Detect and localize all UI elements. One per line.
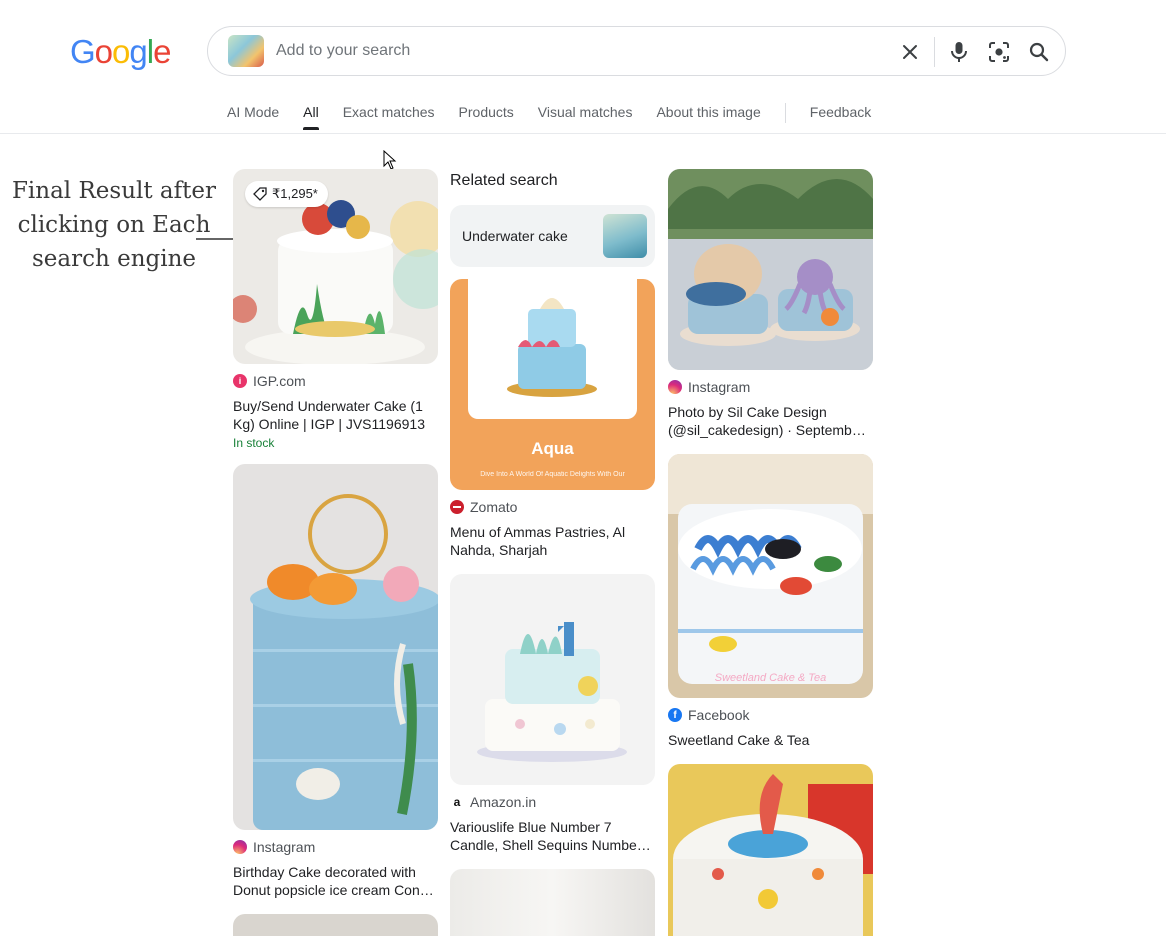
zomato-icon: [450, 500, 464, 514]
related-search-chip[interactable]: Underwater cake: [450, 205, 655, 267]
result-title[interactable]: Birthday Cake decorated with Donut popsi…: [233, 863, 438, 899]
source-name: Instagram: [688, 379, 751, 395]
mouse-cursor-icon: [383, 150, 397, 170]
result-title[interactable]: Sweetland Cake & Tea: [668, 731, 873, 749]
result-title[interactable]: Menu of Ammas Pastries, Al Nahda, Sharja…: [450, 523, 655, 559]
result-card-mermaid[interactable]: [668, 764, 873, 936]
result-card-instagram-sil[interactable]: Instagram Photo by Sil Cake Design (@sil…: [668, 169, 873, 439]
source-name: IGP.com: [253, 373, 306, 389]
lens-icon[interactable]: [987, 40, 1011, 64]
result-title[interactable]: Buy/Send Underwater Cake (1 Kg) Online |…: [233, 397, 438, 433]
google-logo[interactable]: Google: [70, 33, 171, 71]
tab-divider: [784, 103, 786, 123]
search-icon[interactable]: [1027, 40, 1051, 64]
result-title[interactable]: Photo by Sil Cake Design (@sil_cakedesig…: [668, 403, 873, 439]
image-caption: Aqua: [531, 439, 574, 458]
search-divider: [934, 37, 935, 67]
result-card-igp[interactable]: ₹1,295* i IGP.com Buy/Send Underwater Ca…: [233, 169, 438, 450]
tag-icon: [253, 187, 267, 201]
result-card-partial[interactable]: [233, 914, 438, 936]
related-search-thumbnail: [603, 214, 647, 258]
amazon-icon: a: [450, 795, 464, 809]
image-watermark: Sweetland Cake & Tea: [714, 672, 827, 684]
related-search-heading: Related search: [450, 172, 558, 189]
result-card-instagram-birthday[interactable]: Instagram Birthday Cake decorated with D…: [233, 464, 438, 899]
source-name: Instagram: [253, 839, 316, 855]
result-image[interactable]: [450, 869, 655, 936]
tab-about-this-image[interactable]: About this image: [656, 104, 760, 134]
query-image-thumbnail[interactable]: [228, 35, 264, 67]
result-image[interactable]: [450, 574, 655, 785]
tab-exact-matches[interactable]: Exact matches: [343, 104, 435, 134]
result-source[interactable]: i IGP.com: [233, 372, 438, 390]
instagram-icon: [233, 840, 247, 854]
result-card-zomato[interactable]: Aqua Dive Into A World Of Aquatic Deligh…: [450, 279, 655, 559]
instagram-icon: [668, 380, 682, 394]
result-title[interactable]: Variouslife Blue Number 7 Candle, Shell …: [450, 818, 655, 854]
stock-status: In stock: [233, 436, 275, 450]
facebook-icon: f: [668, 708, 682, 722]
result-card-facebook[interactable]: Sweetland Cake & Tea f Facebook Sweetlan…: [668, 454, 873, 749]
related-search-label: Underwater cake: [462, 228, 568, 244]
result-image[interactable]: [233, 464, 438, 830]
search-box: [207, 26, 1066, 76]
tab-products[interactable]: Products: [459, 104, 514, 134]
tab-ai-mode[interactable]: AI Mode: [227, 104, 279, 134]
source-name: Amazon.in: [470, 794, 537, 810]
tab-all[interactable]: All: [303, 104, 319, 134]
search-input[interactable]: [276, 39, 836, 63]
header-divider: [0, 133, 1166, 134]
result-source[interactable]: Zomato: [450, 498, 655, 516]
image-panel: [468, 279, 637, 419]
result-source[interactable]: Instagram: [668, 378, 873, 396]
annotation-text: Final Result after clicking on Each sear…: [11, 178, 217, 272]
source-name: Facebook: [688, 707, 750, 723]
result-source[interactable]: Instagram: [233, 838, 438, 856]
microphone-icon[interactable]: [947, 40, 971, 64]
result-image[interactable]: Aqua Dive Into A World Of Aquatic Deligh…: [450, 279, 655, 490]
result-image[interactable]: Sweetland Cake & Tea: [668, 454, 873, 698]
search-tabs: AI Mode All Exact matches Products Visua…: [227, 103, 871, 134]
result-image[interactable]: [668, 764, 873, 936]
source-name: Zomato: [470, 499, 518, 515]
result-card-amazon[interactable]: a Amazon.in Variouslife Blue Number 7 Ca…: [450, 574, 655, 854]
price-tag: ₹1,295*: [245, 181, 328, 207]
result-card-partial-2[interactable]: [450, 869, 655, 936]
price-text: ₹1,295*: [272, 186, 318, 201]
tab-visual-matches[interactable]: Visual matches: [538, 104, 633, 134]
result-image[interactable]: ₹1,295*: [233, 169, 438, 364]
image-subcaption: Dive Into A World Of Aquatic Delights Wi…: [480, 471, 625, 478]
tab-feedback[interactable]: Feedback: [810, 104, 871, 134]
result-source[interactable]: f Facebook: [668, 706, 873, 724]
result-image[interactable]: [233, 914, 438, 936]
result-image[interactable]: [668, 169, 873, 370]
close-icon[interactable]: [898, 40, 922, 64]
result-source[interactable]: a Amazon.in: [450, 793, 655, 811]
igp-icon: i: [233, 374, 247, 388]
